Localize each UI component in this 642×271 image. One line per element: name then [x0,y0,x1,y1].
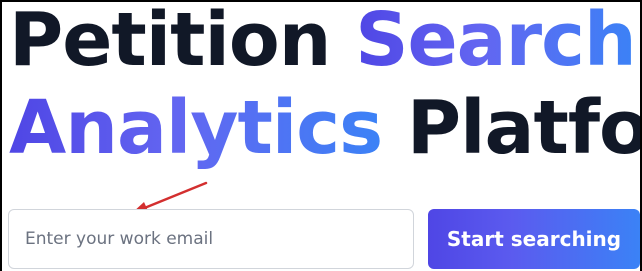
headline-accent-text: Analytics [9,85,383,171]
hero-headline: Petition Search & Analytics Platform [9,0,642,172]
headline-line-2: Analytics Platform [9,84,642,172]
headline-line-1: Petition Search & [9,0,640,84]
headline-text: & [636,2,640,83]
work-email-input[interactable] [8,209,414,269]
screenshot-frame: Petition Search & Analytics Platform Sta… [0,0,642,271]
headline-text: Platform [406,85,642,171]
start-searching-button[interactable]: Start searching [428,209,640,269]
headline-accent-text: Search [355,2,636,83]
headline-text: Petition [9,0,356,83]
